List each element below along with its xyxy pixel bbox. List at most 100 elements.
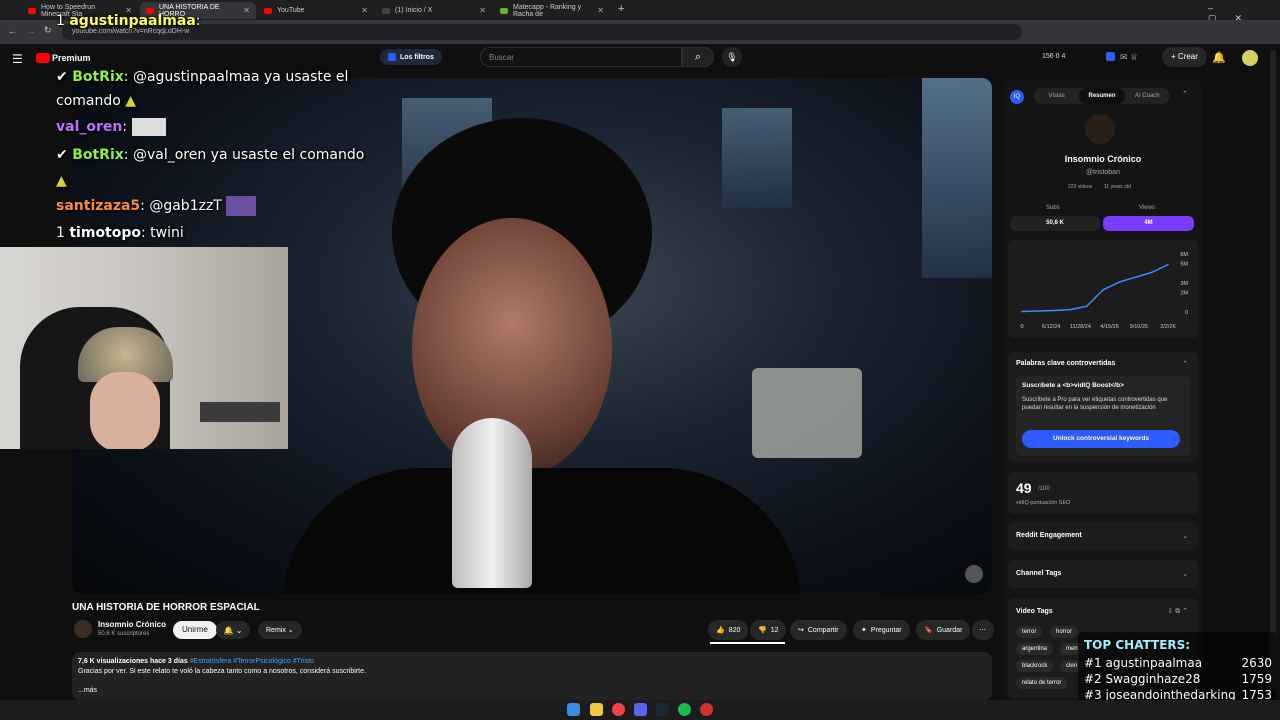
tab-ai-coach[interactable]: AI Coach: [1125, 88, 1170, 104]
y-tick-label: 0: [1185, 310, 1188, 316]
views-button[interactable]: 4M: [1103, 216, 1194, 231]
chevron-down-icon[interactable]: ⌄: [1182, 570, 1188, 578]
boost-title: Suscríbete a <b>vidIQ Boost</b>: [1022, 382, 1124, 389]
new-tab-button[interactable]: +: [618, 3, 624, 15]
views-point: [1118, 281, 1121, 283]
thumbs-down-icon: 👎: [758, 627, 767, 634]
scrollbar[interactable]: [1270, 50, 1276, 690]
dislike-button[interactable]: 👎 12: [750, 620, 786, 640]
share-button[interactable]: ↪ Compartir: [790, 620, 847, 640]
more-options-icon[interactable]: ⋯: [972, 620, 994, 640]
close-icon[interactable]: ✕: [479, 6, 486, 15]
menu-icon[interactable]: ☰: [12, 52, 23, 66]
vidiq-age: 11 years old: [1104, 184, 1131, 190]
obs-icon[interactable]: [700, 703, 713, 716]
ask-button[interactable]: ✦ Preguntar: [853, 620, 910, 640]
search-input[interactable]: Buscar: [480, 47, 682, 67]
create-label: Crear: [1177, 52, 1198, 61]
filters-button[interactable]: Los filtros: [380, 49, 442, 65]
chat-line: 1 agustinpaalmaa:: [56, 12, 201, 30]
description-box[interactable]: 7,6 K visualizaciones hace 3 días #Estra…: [72, 652, 992, 700]
x-tick-label: 0: [1020, 324, 1023, 330]
chat-line: santizaza5: @gab1zzT: [56, 196, 257, 216]
create-button[interactable]: + Crear: [1162, 47, 1207, 67]
youtube-icon: [28, 7, 36, 14]
views-label: Views: [1139, 205, 1155, 211]
file-explorer-icon[interactable]: [590, 703, 603, 716]
desc-meta: 7,6 K visualizaciones hace 3 días: [78, 658, 188, 665]
tab-resumen[interactable]: Resumen: [1079, 88, 1125, 104]
chat-line: ✔ BotRix: @val_oren ya usaste el comando: [56, 146, 364, 164]
tag-actions-icon[interactable]: ⇩ ⧉ ⌃: [1167, 607, 1188, 616]
vidiq-icon[interactable]: [1106, 52, 1115, 61]
channel-avatar: [1085, 114, 1115, 144]
vidiq-stats: 156 0 4: [1042, 53, 1066, 60]
steam-icon[interactable]: [656, 703, 669, 716]
notifications-icon[interactable]: 🔔: [1212, 51, 1226, 64]
forward-icon[interactable]: →: [27, 26, 36, 36]
windows-start-icon[interactable]: [567, 703, 580, 716]
emote: [131, 118, 166, 136]
channel-tags-card[interactable]: Channel Tags ⌄: [1008, 560, 1198, 588]
channel-watermark[interactable]: [965, 565, 983, 583]
seo-score-max: /100: [1038, 486, 1050, 492]
back-icon[interactable]: ←: [8, 26, 17, 36]
chat-user: timotopo: [69, 225, 142, 241]
emote: [226, 196, 257, 216]
reddit-title: Reddit Engagement: [1016, 532, 1082, 539]
ask-label: Preguntar: [870, 626, 902, 634]
views-chart-card: 0 6/12/24 11/28/24 4/15/25 9/10/25 2/2/26 0 2M 3…: [1008, 240, 1198, 338]
chat-msg: :: [195, 13, 201, 29]
like-count: 820: [728, 626, 741, 634]
top-chatter-row: #1 agustinpaalmaa 2630: [1084, 656, 1272, 670]
toolbar-icons[interactable]: ✉ ♕: [1120, 52, 1138, 63]
vidiq-icon: [388, 53, 396, 61]
search-icon[interactable]: ⌕: [682, 47, 714, 67]
avatar[interactable]: [1242, 50, 1258, 66]
chat-user: BotRix: [72, 147, 124, 163]
subscribe-bell-icon[interactable]: 🔔 ⌄: [216, 621, 250, 639]
tag-chip[interactable]: terror: [1016, 626, 1043, 638]
subs-button[interactable]: 50,6 K: [1010, 216, 1100, 231]
collapse-icon[interactable]: ⌃: [1182, 90, 1188, 98]
y-tick-label: 6M: [1180, 252, 1188, 258]
mic-icon[interactable]: 🎙: [722, 47, 742, 67]
channel-name[interactable]: Insomnio Crónico: [98, 620, 166, 629]
chevron-up-icon[interactable]: ⌃: [1182, 360, 1188, 368]
chrome-icon[interactable]: [612, 703, 625, 716]
tab-vistas[interactable]: Vistas: [1034, 88, 1079, 104]
discord-icon[interactable]: [634, 703, 647, 716]
remix-button[interactable]: Remix ⌄: [258, 621, 302, 639]
tag-chip[interactable]: blackrock: [1016, 660, 1054, 672]
youtube-logo-icon[interactable]: [36, 53, 50, 63]
seo-score: 49: [1016, 480, 1032, 496]
chat-badges: 1: [56, 13, 70, 29]
tag-chip[interactable]: relato de terror: [1016, 677, 1068, 689]
chevron-down-icon[interactable]: ⌄: [1182, 532, 1188, 540]
join-button[interactable]: Unirme: [173, 621, 217, 639]
y-tick-label: 5M: [1180, 262, 1188, 268]
close-icon[interactable]: ✕: [597, 6, 604, 15]
chat-msg: : twini: [141, 225, 184, 241]
channel-avatar[interactable]: [74, 620, 92, 638]
vidiq-logo-icon: IQ: [1010, 90, 1024, 104]
chat-msg: : @agustinpaalmaa ya usaste el: [123, 69, 349, 85]
remix-label: Remix: [266, 627, 286, 634]
tag-chip[interactable]: argentina: [1016, 643, 1054, 655]
tag-chip[interactable]: horror: [1050, 626, 1079, 638]
chat-line: ✔ BotRix: @agustinpaalmaa ya usaste el: [56, 68, 348, 86]
tab-4[interactable]: Matecapp - Ranking y Racha de ✕: [494, 2, 610, 19]
desc-tags[interactable]: #Estratósfera #TerrorPsicológico #Tristo: [190, 658, 314, 665]
views-point: [1167, 263, 1169, 266]
like-button[interactable]: 👍 820: [708, 620, 748, 640]
reddit-card[interactable]: Reddit Engagement ⌄: [1008, 522, 1198, 550]
chat-msg: : @val_oren ya usaste el comando: [123, 147, 365, 163]
save-button[interactable]: 🔖 Guardar: [916, 620, 971, 640]
emote: ▲: [125, 93, 137, 109]
tab-3[interactable]: (1) Inicio / X ✕: [376, 2, 492, 19]
spotify-icon[interactable]: [678, 703, 691, 716]
chat-user: agustinpaalmaa: [69, 13, 196, 29]
unlock-keywords-button[interactable]: Unlock controversial keywords: [1022, 430, 1180, 448]
more-link[interactable]: ...más: [78, 687, 986, 694]
x-tick-label: 11/28/24: [1070, 324, 1091, 330]
